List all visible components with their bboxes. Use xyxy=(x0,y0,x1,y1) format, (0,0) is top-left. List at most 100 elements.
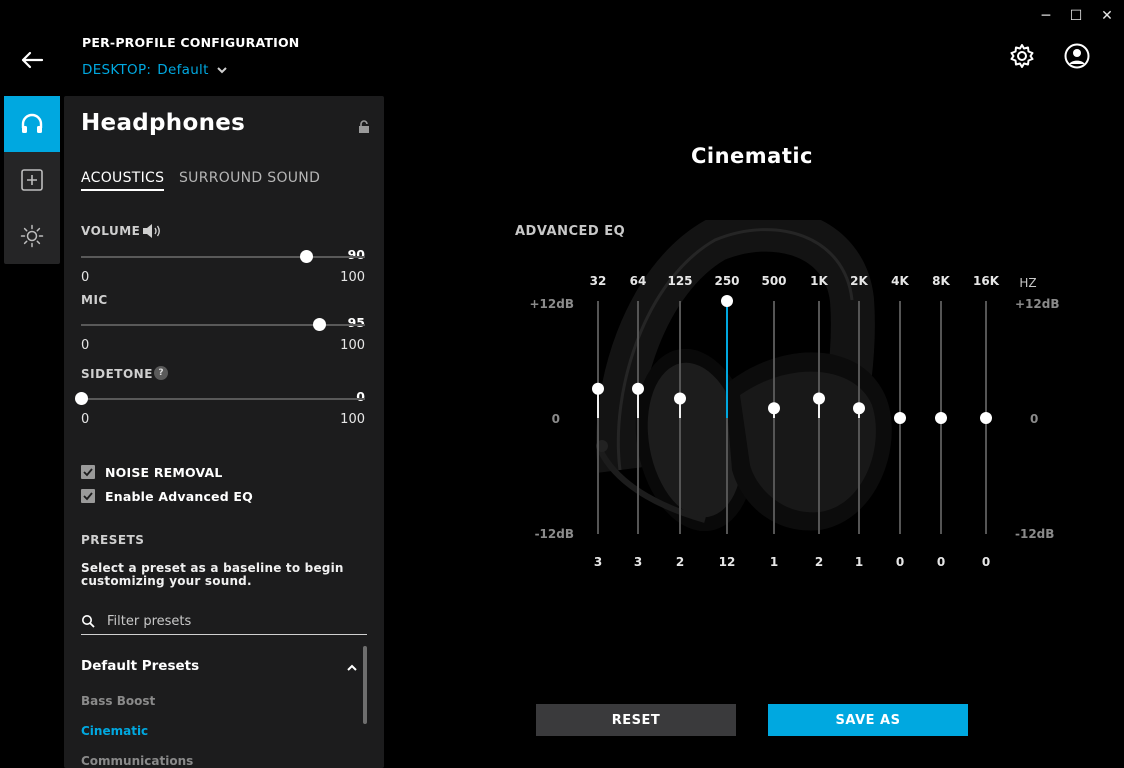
eq-slider-thumb-16k[interactable] xyxy=(980,412,992,424)
preset-item-cinematic[interactable]: Cinematic xyxy=(81,724,148,738)
eq-value-label-64: 3 xyxy=(634,555,642,569)
volume-max-label: 100 xyxy=(340,270,365,285)
mic-slider-thumb[interactable] xyxy=(312,318,326,331)
checkmark-icon xyxy=(83,492,93,501)
db-zero-label-left: 0 xyxy=(552,412,560,426)
rail-item-acoustics[interactable] xyxy=(4,96,60,152)
eq-slider-thumb-2k[interactable] xyxy=(853,402,865,415)
preset-search-input[interactable] xyxy=(107,610,357,632)
unlock-icon[interactable] xyxy=(356,119,372,135)
maximize-icon: ☐ xyxy=(1069,8,1083,24)
preset-item-communications[interactable]: Communications xyxy=(81,754,193,768)
eq-value-label-8k: 0 xyxy=(937,555,945,569)
eq-band-label-64: 64 xyxy=(630,274,647,288)
profile-prefix: DESKTOP: xyxy=(82,62,152,78)
volume-min-label: 0 xyxy=(81,270,90,285)
close-icon: ✕ xyxy=(1101,8,1113,24)
db-bottom-label-right: -12dB xyxy=(1015,527,1054,541)
eq-slider-thumb-500[interactable] xyxy=(768,402,780,415)
tab-acoustics[interactable]: ACOUSTICS xyxy=(81,170,165,191)
eq-value-label-1k: 2 xyxy=(815,555,823,569)
panel-title: Headphones xyxy=(81,110,246,136)
advanced-eq-label: Enable Advanced EQ xyxy=(105,489,253,504)
volume-slider-thumb[interactable] xyxy=(300,250,313,263)
profile-selector[interactable]: DESKTOP: Default xyxy=(82,62,229,78)
settings-button[interactable] xyxy=(1008,42,1036,70)
sidetone-min-label: 0 xyxy=(81,412,90,427)
plus-square-icon xyxy=(21,169,43,191)
eq-band-label-2k: 2K xyxy=(850,274,868,288)
user-icon xyxy=(1064,43,1090,69)
eq-value-label-125: 2 xyxy=(676,555,684,569)
close-button[interactable]: ✕ xyxy=(1096,6,1118,26)
page-title: PER-PROFILE CONFIGURATION xyxy=(82,35,300,50)
save-as-button[interactable]: SAVE AS xyxy=(768,704,968,736)
eq-slider-thumb-4k[interactable] xyxy=(894,412,906,424)
db-top-label-right: +12dB xyxy=(1015,297,1060,311)
noise-removal-label: NOISE REMOVAL xyxy=(105,465,223,480)
sidetone-help-icon[interactable]: ? xyxy=(154,366,168,380)
volume-slider[interactable] xyxy=(81,256,365,258)
eq-slider-thumb-125[interactable] xyxy=(674,392,686,405)
headphones-icon xyxy=(21,113,43,133)
eq-value-label-32: 3 xyxy=(594,555,602,569)
settings-panel: Headphones ACOUSTICS SURROUND SOUND VOLU… xyxy=(64,96,384,768)
back-button[interactable] xyxy=(18,46,46,74)
eq-value-label-500: 1 xyxy=(770,555,778,569)
preset-search xyxy=(81,608,367,635)
mic-max-label: 100 xyxy=(340,338,365,353)
noise-removal-checkbox[interactable] xyxy=(81,465,95,479)
minimize-icon: ─ xyxy=(1041,8,1051,24)
eq-band-label-32: 32 xyxy=(590,274,607,288)
rail-item-lighting[interactable] xyxy=(4,208,60,264)
eq-slider-thumb-64[interactable] xyxy=(632,382,644,395)
account-button[interactable] xyxy=(1063,42,1091,70)
advanced-eq-checkbox[interactable] xyxy=(81,489,95,503)
eq-slider-thumb-8k[interactable] xyxy=(935,412,947,424)
rail-item-assignments[interactable] xyxy=(4,152,60,208)
eq-band-label-16k: 16K xyxy=(973,274,1000,288)
chevron-up-icon[interactable] xyxy=(345,661,359,675)
sidetone-label: SIDETONE xyxy=(81,367,153,381)
mic-min-label: 0 xyxy=(81,338,90,353)
eq-band-label-1k: 1K xyxy=(810,274,828,288)
sidetone-slider-thumb[interactable] xyxy=(75,392,88,405)
hz-label: HZ xyxy=(1019,276,1036,290)
mic-label: MIC xyxy=(81,293,108,307)
reset-button[interactable]: RESET xyxy=(536,704,736,736)
presets-heading: PRESETS xyxy=(81,533,145,547)
presets-description: Select a preset as a baseline to begin c… xyxy=(81,561,344,588)
eq-band-label-250: 250 xyxy=(714,274,739,288)
presets-scrollbar[interactable] xyxy=(363,646,367,724)
eq-value-label-2k: 1 xyxy=(855,555,863,569)
profile-name: Default xyxy=(157,62,209,78)
eq-band-label-125: 125 xyxy=(667,274,692,288)
eq-slider-thumb-250[interactable] xyxy=(721,295,733,307)
eq-slider-thumb-1k[interactable] xyxy=(813,392,825,405)
db-bottom-label-left: -12dB xyxy=(535,527,574,541)
gear-icon xyxy=(1010,44,1034,68)
volume-value: 90 xyxy=(347,247,365,262)
speaker-icon xyxy=(143,224,160,238)
checkmark-icon xyxy=(83,468,93,477)
eq-band-label-500: 500 xyxy=(761,274,786,288)
eq-band-label-8k: 8K xyxy=(932,274,950,288)
sidetone-slider[interactable] xyxy=(81,398,365,400)
sidetone-value: 0 xyxy=(356,389,365,404)
eq-band-label-4k: 4K xyxy=(891,274,909,288)
volume-label: VOLUME xyxy=(81,224,141,238)
preset-item-bass-boost[interactable]: Bass Boost xyxy=(81,694,155,708)
maximize-button[interactable]: ☐ xyxy=(1065,6,1087,26)
minimize-button[interactable]: ─ xyxy=(1035,6,1057,26)
eq-value-label-250: 12 xyxy=(719,555,736,569)
eq-value-label-16k: 0 xyxy=(982,555,990,569)
db-zero-label-right: 0 xyxy=(1030,412,1038,426)
db-top-label-left: +12dB xyxy=(530,297,575,311)
eq-value-label-4k: 0 xyxy=(896,555,904,569)
chevron-down-icon xyxy=(216,67,227,74)
eq-slider-thumb-32[interactable] xyxy=(592,382,604,395)
eq-graph: +12dB0-12dB+12dB0-12dBHZ3236431252250125… xyxy=(530,220,1060,569)
default-presets-group[interactable]: Default Presets xyxy=(81,658,199,674)
tab-surround-sound[interactable]: SURROUND SOUND xyxy=(179,170,320,186)
device-feature-rail xyxy=(4,96,60,264)
